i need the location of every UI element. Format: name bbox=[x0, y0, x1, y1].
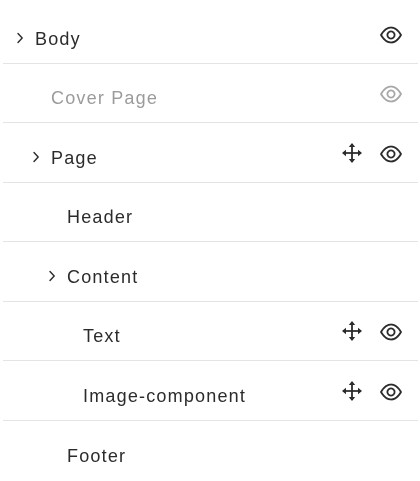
layer-row-body[interactable]: Body bbox=[3, 5, 418, 64]
layer-row-page[interactable]: Page bbox=[3, 124, 418, 183]
layer-label: Header bbox=[67, 207, 134, 227]
eye-icon[interactable] bbox=[379, 381, 403, 403]
layer-label: Footer bbox=[67, 446, 127, 466]
chevron-right-icon[interactable] bbox=[15, 31, 25, 45]
move-icon[interactable] bbox=[341, 320, 363, 342]
layer-label: Cover Page bbox=[51, 88, 159, 108]
move-icon[interactable] bbox=[341, 142, 363, 164]
layer-label: Text bbox=[83, 326, 121, 346]
layer-row-header[interactable]: Header bbox=[3, 183, 418, 242]
layer-row-content[interactable]: Content bbox=[3, 243, 418, 302]
chevron-right-icon[interactable] bbox=[31, 150, 41, 164]
layer-label: Page bbox=[51, 148, 98, 168]
layer-label: Image-component bbox=[83, 386, 247, 406]
layer-label: Body bbox=[35, 29, 81, 49]
move-icon[interactable] bbox=[341, 380, 363, 402]
layer-row-text[interactable]: Text bbox=[3, 302, 418, 361]
layer-row-image-component[interactable]: Image-component bbox=[3, 362, 418, 421]
layer-row-cover-page[interactable]: Cover Page bbox=[3, 64, 418, 123]
layer-tree: Body Cover Page Page Header Content Text… bbox=[0, 0, 420, 478]
eye-icon[interactable] bbox=[379, 143, 403, 165]
layer-row-footer[interactable]: Footer bbox=[3, 422, 418, 481]
layer-label: Content bbox=[67, 267, 139, 287]
eye-icon[interactable] bbox=[379, 321, 403, 343]
eye-icon-muted[interactable] bbox=[379, 83, 403, 105]
eye-icon[interactable] bbox=[379, 24, 403, 46]
chevron-right-icon[interactable] bbox=[47, 269, 57, 283]
